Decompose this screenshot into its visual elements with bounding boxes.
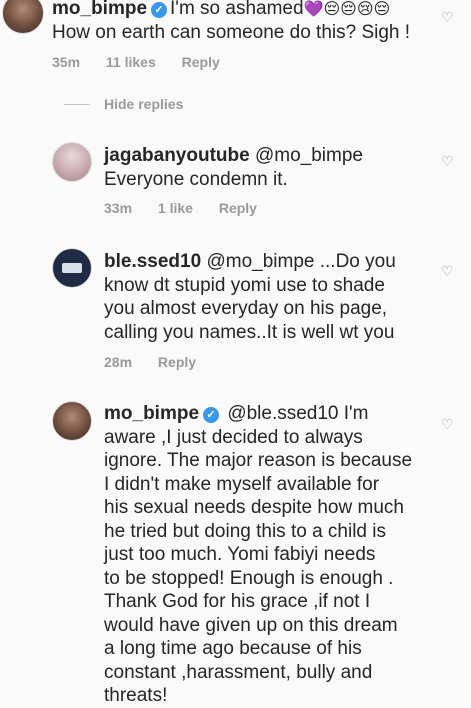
comment-text-line: aware ,I just decided to always: [104, 426, 363, 448]
reply-button[interactable]: Reply: [219, 200, 257, 216]
comment-text-line: his sexual needs despite how much: [104, 497, 404, 518]
likes-count[interactable]: 11 likes: [106, 54, 156, 70]
comment-text-line: you almost everyday on his page,: [104, 298, 388, 319]
avatar[interactable]: [2, 0, 44, 34]
comment-body: mo_bimpe ✓ I'm so ashamed💜😔😔😢😔 How on eart…: [52, 0, 452, 44]
comment-meta: 33m 1 like Reply: [104, 200, 279, 216]
mention-text[interactable]: @ble.ssed10 I'm: [227, 403, 368, 424]
username[interactable]: mo_bimpe: [104, 403, 199, 424]
comment-text-line: I didn't make myself available for: [104, 473, 380, 495]
comment-text-line: Thank God for his grace ,if not I: [104, 591, 371, 612]
comment-body: ble.ssed10 @mo_bimpe ...Do you know dt s…: [104, 250, 444, 344]
comment-text-line: would have given up on this dream: [104, 614, 398, 636]
comment-meta: 35m 11 likes Reply: [52, 54, 242, 70]
heart-icon[interactable]: ♡: [441, 154, 454, 170]
comment-text-line: know dt stupid yomi use to shade: [104, 274, 385, 296]
avatar[interactable]: [52, 401, 92, 441]
reply-button[interactable]: Reply: [182, 54, 220, 70]
divider: [64, 104, 90, 105]
avatar-logo: [62, 263, 82, 273]
timestamp: 35m: [52, 54, 81, 70]
avatar[interactable]: [52, 142, 92, 182]
comment-text-line: Everyone condemn it.: [104, 168, 288, 190]
comment-meta: 28m Reply: [104, 354, 218, 370]
comment-text-line: constant ,harassment, bully and: [104, 661, 373, 683]
verified-badge-icon: ✓: [203, 407, 220, 423]
comment-body: jagabanyoutube @mo_bimpe Everyone condem…: [104, 144, 434, 191]
hide-replies-label[interactable]: Hide replies: [104, 96, 183, 112]
comment-text-line: ignore. The major reason is because: [104, 450, 413, 471]
heart-icon[interactable]: ♡: [441, 264, 454, 280]
comment-text-line: to be stopped! Enough is enough .: [104, 567, 394, 589]
timestamp: 33m: [104, 200, 133, 216]
avatar[interactable]: [52, 248, 92, 288]
heart-icon[interactable]: ♡: [441, 10, 454, 26]
comment-text: I'm so ashamed: [170, 0, 304, 19]
timestamp: 28m: [104, 354, 133, 370]
mention-text[interactable]: @mo_bimpe ...Do you: [206, 251, 395, 272]
verified-badge-icon: ✓: [151, 2, 168, 18]
comment-text-line: calling you names..It is well wt you: [104, 321, 395, 343]
emoji-text: 💜😔😔😢😔: [303, 0, 391, 18]
comment-text-line: he tried but doing this to a child is: [104, 520, 387, 542]
comment-text-line: How on earth can someone do this? Sigh !: [52, 21, 411, 43]
heart-icon[interactable]: ♡: [441, 417, 454, 433]
likes-count[interactable]: 1 like: [158, 200, 193, 216]
mention-text[interactable]: @mo_bimpe: [255, 145, 363, 166]
comment-text-line: just too much. Yomi fabiyi needs: [104, 544, 376, 565]
comment-text-line: a long time ago because of his: [104, 638, 362, 659]
username[interactable]: ble.ssed10: [104, 251, 201, 272]
comment-body: mo_bimpe ✓ @ble.ssed10 I'm aware ,I just …: [104, 402, 434, 708]
username[interactable]: mo_bimpe: [52, 0, 147, 19]
username[interactable]: jagabanyoutube: [104, 145, 250, 166]
reply-button[interactable]: Reply: [158, 354, 196, 370]
